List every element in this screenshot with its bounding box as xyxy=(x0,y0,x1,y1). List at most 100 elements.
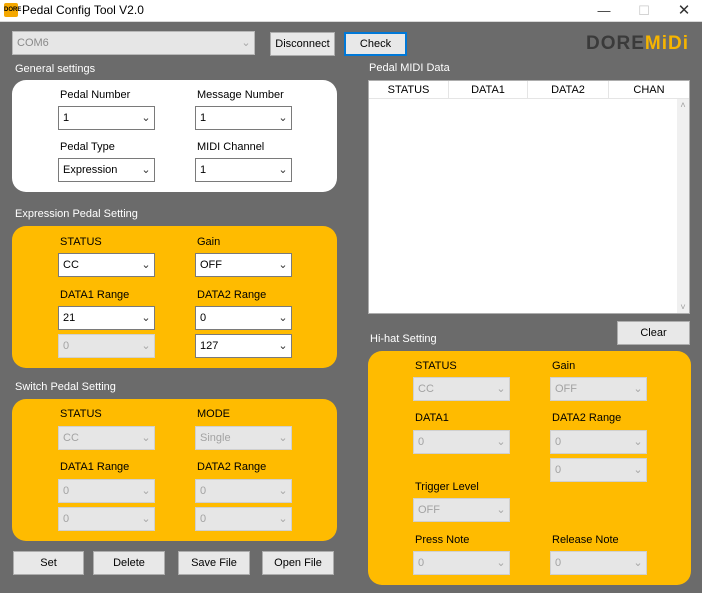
hihat-trigger-select[interactable]: OFF ⌄ xyxy=(413,498,510,522)
pedal-type-value: Expression xyxy=(63,164,118,176)
hihat-press-note-select[interactable]: 0 ⌄ xyxy=(413,551,510,575)
open-file-button[interactable]: Open File xyxy=(262,551,334,575)
hihat-status-value: CC xyxy=(418,383,434,395)
hihat-gain-select[interactable]: OFF ⌄ xyxy=(550,377,647,401)
switch-data2-min-value: 0 xyxy=(200,485,207,497)
hihat-trigger-value: OFF xyxy=(418,504,440,516)
com-port-value: COM6 xyxy=(17,37,49,49)
column-header-chan[interactable]: CHAN xyxy=(609,81,689,99)
expression-data2-min-value: 0 xyxy=(200,312,207,324)
chevron-down-icon: ⌄ xyxy=(278,340,288,352)
hihat-status-select[interactable]: CC ⌄ xyxy=(413,377,510,401)
expression-status-label: STATUS xyxy=(60,236,102,248)
expression-status-select[interactable]: CC ⌄ xyxy=(58,253,155,277)
expression-data1-label: DATA1 Range xyxy=(60,289,130,301)
chevron-down-icon: ⌄ xyxy=(141,340,151,352)
hihat-data2-min-value: 0 xyxy=(555,436,562,448)
expression-data2-label: DATA2 Range xyxy=(197,289,267,301)
delete-button[interactable]: Delete xyxy=(93,551,165,575)
hihat-press-note-value: 0 xyxy=(418,557,425,569)
switch-status-label: STATUS xyxy=(60,408,102,420)
chevron-down-icon: ⌄ xyxy=(633,464,643,476)
general-settings-title: General settings xyxy=(15,63,96,75)
maximize-button[interactable]: ☐ xyxy=(624,0,664,22)
save-file-button[interactable]: Save File xyxy=(178,551,250,575)
chevron-down-icon: ⌄ xyxy=(278,112,288,124)
brand-logo: DOREMiDi xyxy=(586,33,689,55)
hihat-status-label: STATUS xyxy=(415,360,457,372)
hihat-release-note-select[interactable]: 0 ⌄ xyxy=(550,551,647,575)
set-button[interactable]: Set xyxy=(13,551,84,575)
hihat-data2-min-select[interactable]: 0 ⌄ xyxy=(550,430,647,454)
midi-channel-label: MIDI Channel xyxy=(197,141,265,153)
switch-data2-label: DATA2 Range xyxy=(197,461,267,473)
clear-button[interactable]: Clear xyxy=(617,321,690,345)
scroll-up-icon[interactable]: ˄ xyxy=(677,99,689,111)
chevron-down-icon: ⌄ xyxy=(278,312,288,324)
chevron-down-icon: ⌄ xyxy=(278,485,288,497)
main-window: COM6 ⌄ Disconnect Check DOREMiDi General… xyxy=(0,22,702,593)
hihat-trigger-label: Trigger Level xyxy=(415,481,479,493)
midi-table-header: STATUS DATA1 DATA2 CHAN xyxy=(369,81,689,99)
expression-data2-min-select[interactable]: 0 ⌄ xyxy=(195,306,292,330)
pedal-type-label: Pedal Type xyxy=(60,141,115,153)
switch-data1-max-value: 0 xyxy=(63,513,70,525)
column-header-data1[interactable]: DATA1 xyxy=(449,81,528,99)
expression-gain-select[interactable]: OFF ⌄ xyxy=(195,253,292,277)
check-button[interactable]: Check xyxy=(344,32,407,56)
switch-data1-min-select[interactable]: 0 ⌄ xyxy=(58,479,155,503)
chevron-down-icon: ⌄ xyxy=(141,485,151,497)
com-port-select[interactable]: COM6 ⌄ xyxy=(12,31,255,55)
midi-data-title: Pedal MIDI Data xyxy=(369,62,450,74)
switch-status-value: CC xyxy=(63,432,79,444)
switch-mode-label: MODE xyxy=(197,408,230,420)
hihat-data2-label: DATA2 Range xyxy=(552,412,622,424)
switch-mode-value: Single xyxy=(200,432,231,444)
hihat-release-note-label: Release Note xyxy=(552,534,619,546)
window-title: Pedal Config Tool V2.0 xyxy=(22,3,144,17)
close-button[interactable]: ✕ xyxy=(664,0,702,22)
pedal-number-value: 1 xyxy=(63,112,70,124)
chevron-down-icon: ⌄ xyxy=(241,37,251,49)
chevron-down-icon: ⌄ xyxy=(141,432,151,444)
chevron-down-icon: ⌄ xyxy=(278,259,288,271)
switch-status-select[interactable]: CC ⌄ xyxy=(58,426,155,450)
message-number-select[interactable]: 1 ⌄ xyxy=(195,106,292,130)
pedal-number-label: Pedal Number xyxy=(60,89,131,101)
pedal-number-select[interactable]: 1 ⌄ xyxy=(58,106,155,130)
minimize-button[interactable]: — xyxy=(584,0,624,22)
expression-gain-value: OFF xyxy=(200,259,222,271)
hihat-release-note-value: 0 xyxy=(555,557,562,569)
chevron-down-icon: ⌄ xyxy=(141,164,151,176)
midi-data-table[interactable]: STATUS DATA1 DATA2 CHAN ˄ ˅ xyxy=(368,80,690,314)
scroll-down-icon[interactable]: ˅ xyxy=(677,301,689,313)
expression-data2-max-select[interactable]: 127 ⌄ xyxy=(195,334,292,358)
hihat-press-note-label: Press Note xyxy=(415,534,470,546)
hihat-data2-max-select[interactable]: 0 ⌄ xyxy=(550,458,647,482)
midi-channel-select[interactable]: 1 ⌄ xyxy=(195,158,292,182)
hihat-data1-select[interactable]: 0 ⌄ xyxy=(413,430,510,454)
chevron-down-icon: ⌄ xyxy=(496,383,506,395)
general-settings-panel: Pedal Number 1 ⌄ Message Number 1 ⌄ Peda… xyxy=(12,80,337,192)
chevron-down-icon: ⌄ xyxy=(278,432,288,444)
switch-data2-max-select[interactable]: 0 ⌄ xyxy=(195,507,292,531)
message-number-label: Message Number xyxy=(197,89,284,101)
message-number-value: 1 xyxy=(200,112,207,124)
chevron-down-icon: ⌄ xyxy=(496,557,506,569)
switch-data2-min-select[interactable]: 0 ⌄ xyxy=(195,479,292,503)
column-header-data2[interactable]: DATA2 xyxy=(528,81,609,99)
expression-data1-min-select[interactable]: 21 ⌄ xyxy=(58,306,155,330)
disconnect-button[interactable]: Disconnect xyxy=(270,32,335,56)
expression-data1-min-value: 21 xyxy=(63,312,76,324)
hihat-data1-value: 0 xyxy=(418,436,425,448)
switch-data1-label: DATA1 Range xyxy=(60,461,130,473)
column-header-status[interactable]: STATUS xyxy=(369,81,449,99)
switch-data1-max-select[interactable]: 0 ⌄ xyxy=(58,507,155,531)
pedal-type-select[interactable]: Expression ⌄ xyxy=(58,158,155,182)
chevron-down-icon: ⌄ xyxy=(141,312,151,324)
chevron-down-icon: ⌄ xyxy=(141,259,151,271)
vertical-scrollbar[interactable]: ˄ ˅ xyxy=(677,99,689,313)
switch-mode-select[interactable]: Single ⌄ xyxy=(195,426,292,450)
switch-data1-min-value: 0 xyxy=(63,485,70,497)
expression-data1-max-select[interactable]: 0 ⌄ xyxy=(58,334,155,358)
